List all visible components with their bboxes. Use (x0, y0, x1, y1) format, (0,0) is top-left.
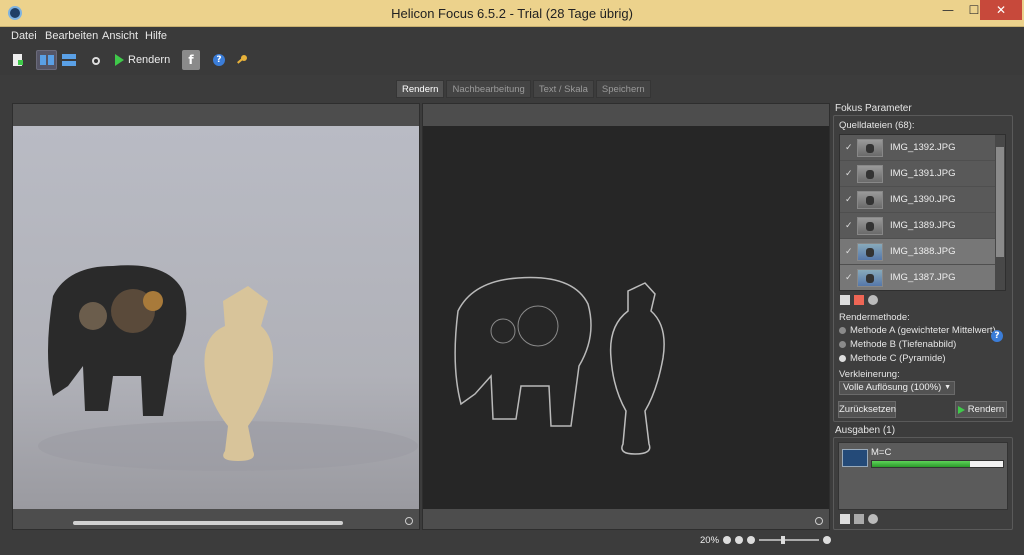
source-image (13, 126, 419, 509)
radio-method-c[interactable] (839, 355, 846, 362)
zoom-out-icon[interactable] (747, 536, 756, 544)
downscale-select[interactable]: Volle Auflösung (100%) ▼ (839, 381, 955, 395)
toolbar-render-button[interactable]: Rendern (115, 52, 170, 68)
file-name: IMG_1387.JPG (890, 272, 956, 283)
file-thumbnail (857, 268, 883, 287)
checkbox-icon[interactable]: ✓ (845, 195, 853, 205)
menu-datei[interactable]: Datei (11, 30, 37, 42)
gear-icon[interactable] (868, 295, 878, 305)
menu-bearbeiten[interactable]: Bearbeiten (45, 30, 98, 42)
stacked-view-icon[interactable] (59, 50, 79, 70)
horizontal-scrollbar[interactable] (73, 521, 343, 525)
tab-rendern[interactable]: Rendern (396, 80, 445, 98)
output-label: M=C (871, 447, 892, 458)
play-icon (957, 405, 965, 414)
scrollbar-thumb[interactable] (996, 147, 1004, 257)
output-thumbnail (842, 449, 868, 467)
checkbox-icon[interactable]: ✓ (845, 247, 853, 257)
file-name: IMG_1392.JPG (890, 142, 956, 153)
help-icon[interactable]: ? (211, 50, 227, 70)
checkbox-icon[interactable]: ✓ (845, 273, 853, 283)
downscale-label: Verkleinerung: (839, 369, 900, 380)
list-item[interactable]: ✓ IMG_1391.JPG (840, 161, 997, 187)
file-name: IMG_1388.JPG (890, 246, 956, 257)
render-method-label: Rendermethode: (839, 312, 910, 323)
source-viewer[interactable] (12, 103, 420, 530)
file-thumbnail (857, 216, 883, 235)
minimize-button[interactable]: — (935, 0, 961, 20)
title-bar: Helicon Focus 6.5.2 - Trial (28 Tage übr… (0, 0, 1024, 27)
zoom-slider-knob[interactable] (781, 536, 786, 544)
play-icon (115, 54, 124, 66)
render-label: Rendern (128, 54, 171, 66)
file-thumbnail (857, 190, 883, 209)
checkbox-icon[interactable]: ✓ (845, 221, 853, 231)
progress-fill (872, 461, 971, 467)
add-files-icon[interactable] (10, 50, 26, 70)
list-item[interactable]: ✓ IMG_1390.JPG (840, 187, 997, 213)
method-b-label[interactable]: Methode B (Tiefenabbild) (850, 339, 956, 350)
file-thumbnail (857, 164, 883, 183)
list-item[interactable]: ✓ IMG_1388.JPG (840, 239, 997, 265)
window-title: Helicon Focus 6.5.2 - Trial (28 Tage übr… (391, 6, 633, 21)
gear-icon[interactable] (868, 514, 878, 524)
close-button[interactable]: ✕ (980, 0, 1022, 20)
status-bar: 20% (700, 533, 832, 547)
zoom-level: 20% (700, 534, 720, 546)
file-name: IMG_1389.JPG (890, 220, 956, 231)
outputs-title: Ausgaben (1) (835, 425, 896, 436)
tab-speichern[interactable]: Speichern (595, 80, 651, 98)
checkbox-icon[interactable]: ✓ (845, 143, 853, 153)
source-file-list[interactable]: ✓ IMG_1392.JPG ✓ IMG_1391.JPG ✓ IMG_1390.JP… (839, 134, 1006, 291)
remote-icon[interactable] (88, 50, 104, 70)
method-c-label[interactable]: Methode C (Pyramide) (850, 353, 946, 364)
zoom-actual-icon[interactable] (735, 536, 744, 544)
source-files-label: Quelldateien (68): (839, 120, 915, 131)
method-help-icon[interactable]: ? (991, 330, 1003, 342)
output-item[interactable]: M=C (838, 442, 1008, 510)
file-name: IMG_1391.JPG (890, 168, 956, 179)
method-a-label[interactable]: Methode A (gewichteter Mittelwert) (850, 325, 996, 336)
zoom-icon[interactable] (405, 517, 413, 525)
outputs-panel: M=C (833, 437, 1013, 530)
zoom-in-icon[interactable] (823, 536, 832, 544)
result-viewer[interactable] (422, 103, 830, 530)
render-progress-bar (871, 460, 1004, 468)
menu-ansicht[interactable]: Ansicht (102, 30, 138, 42)
toolbar: Rendern f ? (0, 45, 1024, 75)
mode-tabs: Rendern Nachbearbeitung Text / Skala Spe… (396, 80, 651, 98)
add-file-icon[interactable] (840, 295, 850, 305)
render-label: Rendern (967, 404, 1005, 415)
list-item[interactable]: ✓ IMG_1389.JPG (840, 213, 997, 239)
file-thumbnail (857, 138, 883, 157)
list-item[interactable]: ✓ IMG_1392.JPG (840, 135, 997, 161)
reset-button[interactable]: Zurücksetzen (838, 401, 896, 418)
chevron-down-icon: ▼ (944, 384, 951, 391)
save-icon[interactable] (854, 514, 864, 524)
vertical-scrollbar[interactable] (995, 135, 1005, 290)
panel-render-button[interactable]: Rendern (955, 401, 1007, 418)
radio-method-a[interactable] (839, 327, 846, 334)
file-thumbnail (857, 242, 883, 261)
tab-nachbearbeitung[interactable]: Nachbearbeitung (446, 80, 531, 98)
radio-method-b[interactable] (839, 341, 846, 348)
result-image (423, 126, 829, 509)
split-view-icon[interactable] (36, 50, 57, 70)
checkbox-icon[interactable]: ✓ (845, 169, 853, 179)
key-icon[interactable] (234, 50, 250, 70)
downscale-value: Volle Auflösung (100%) (843, 382, 942, 393)
tab-text-skala[interactable]: Text / Skala (532, 80, 594, 98)
file-name: IMG_1390.JPG (890, 194, 956, 205)
facebook-icon[interactable]: f (182, 50, 200, 70)
menu-hilfe[interactable]: Hilfe (145, 30, 167, 42)
menu-bar: Datei Bearbeiten Ansicht Hilfe (0, 27, 1024, 45)
new-output-icon[interactable] (840, 514, 850, 524)
zoom-slider[interactable] (759, 536, 820, 544)
zoom-fit-icon[interactable] (723, 536, 732, 544)
focus-parameter-panel: Quelldateien (68): ✓ IMG_1392.JPG ✓ IMG_13… (833, 115, 1013, 422)
panel-title: Fokus Parameter (835, 103, 912, 114)
zoom-icon[interactable] (815, 517, 823, 525)
list-item[interactable]: ✓ IMG_1387.JPG (840, 265, 997, 290)
remove-file-icon[interactable] (854, 295, 864, 305)
